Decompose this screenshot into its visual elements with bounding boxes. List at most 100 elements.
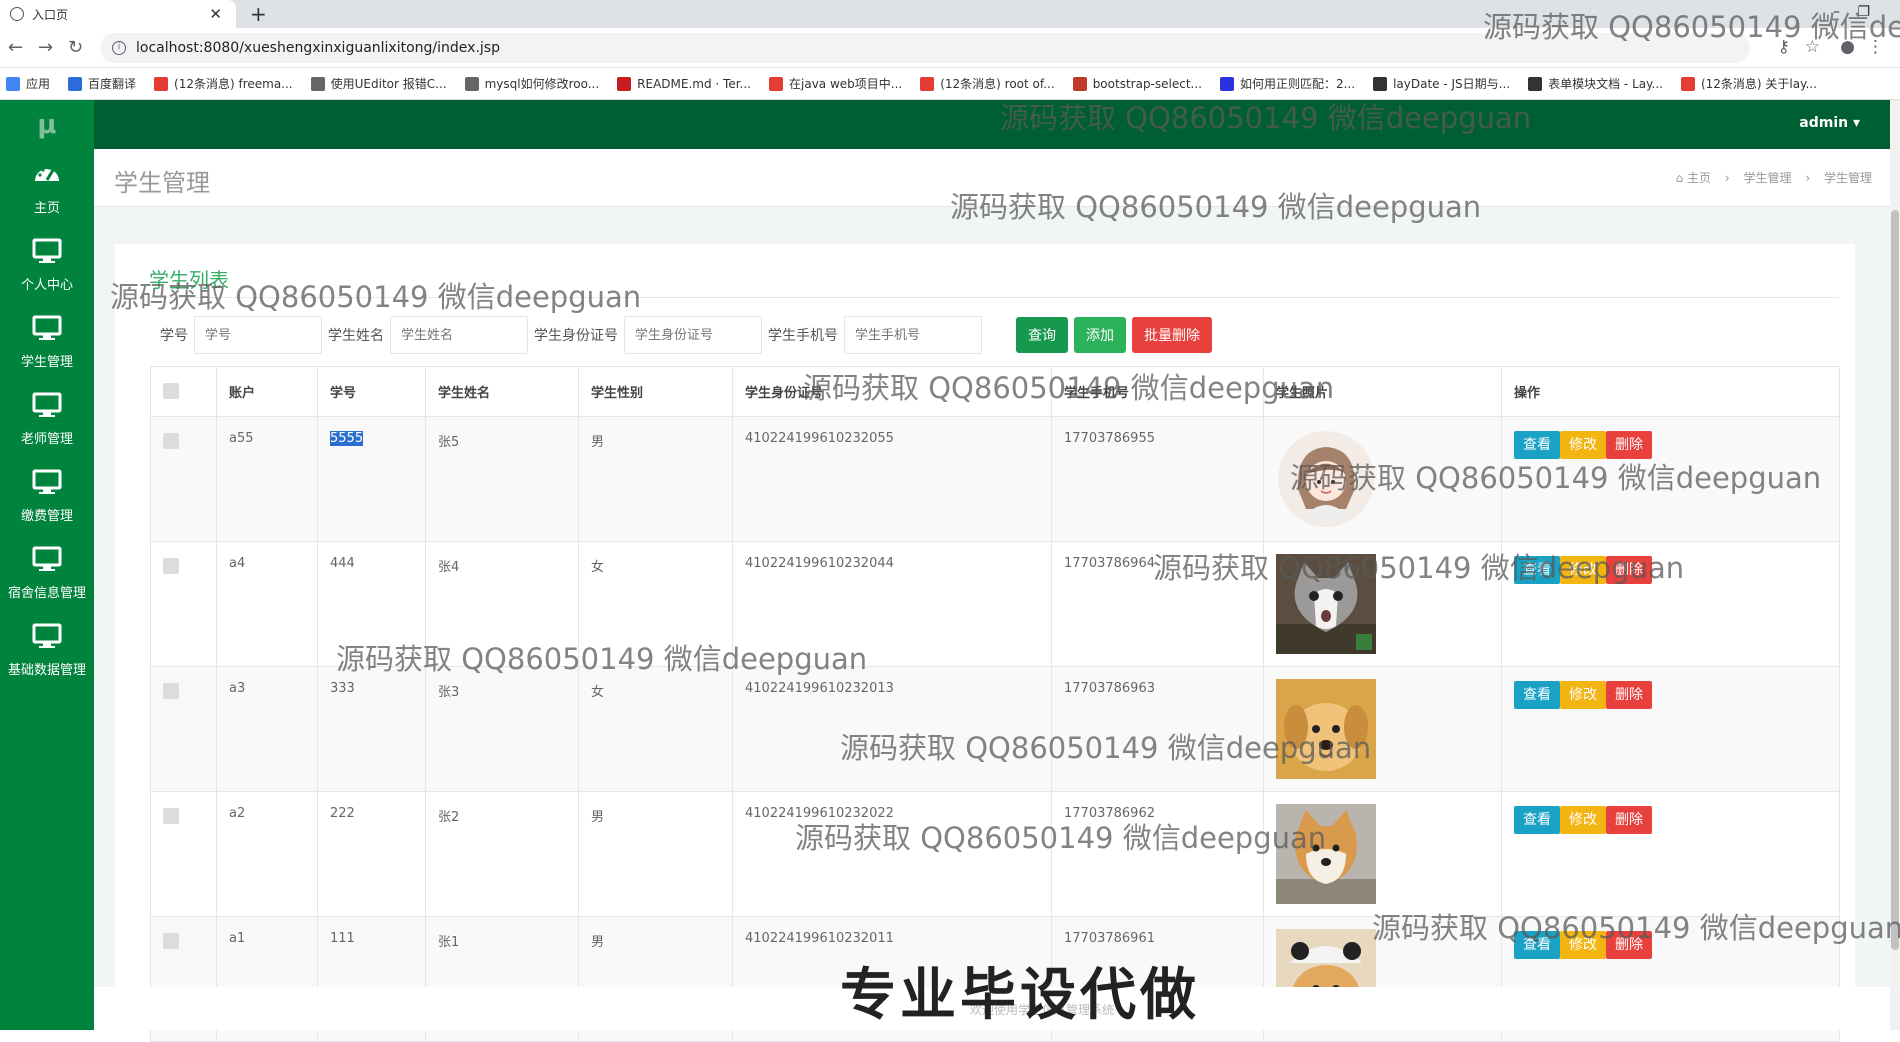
edit-button[interactable]: 修改 [1560, 931, 1606, 959]
bookmark-item[interactable]: README.md · Ter... [617, 76, 751, 91]
edit-button[interactable]: 修改 [1560, 806, 1606, 834]
cell-value: 男 [591, 935, 605, 950]
row-checkbox[interactable] [163, 433, 179, 449]
bookmark-item[interactable]: (12条消息) 关于lay... [1680, 75, 1817, 92]
minimize-icon[interactable]: – [1833, 4, 1840, 20]
edit-button[interactable]: 修改 [1560, 556, 1606, 584]
search-phone-input[interactable] [844, 316, 982, 354]
bookmark-item[interactable]: 使用UEditor 报错C... [310, 75, 447, 92]
restore-icon[interactable]: ❐ [1857, 4, 1870, 20]
browser-tab[interactable]: 入口页 ✕ [0, 0, 236, 28]
edit-button[interactable]: 修改 [1560, 681, 1606, 709]
new-tab-icon[interactable]: + [250, 2, 267, 26]
delete-button[interactable]: 删除 [1606, 681, 1652, 709]
scrollbar[interactable] [1890, 100, 1900, 1030]
table-row: a55 5555 张5 男 410224199610232055 17703786955 查… [150, 416, 1840, 542]
cell-value: 222 [330, 806, 355, 821]
cell-value: 5555 [330, 431, 364, 446]
add-button[interactable]: 添加 [1074, 317, 1126, 353]
baidu-translate-icon [68, 76, 83, 91]
student-photo [1276, 431, 1376, 533]
view-button[interactable]: 查看 [1514, 806, 1560, 834]
column-header: 学生性别 [578, 366, 733, 417]
bookmark-item[interactable]: mysql如何修改roo... [464, 75, 599, 92]
search-student-no-input[interactable] [194, 316, 322, 354]
cell-value: 17703786962 [1064, 806, 1155, 821]
bookmark-item[interactable]: (12条消息) freema... [154, 75, 293, 92]
breadcrumb-item[interactable]: 学生管理 [1744, 171, 1792, 185]
bookmark-item[interactable]: 在java web项目中... [769, 75, 902, 92]
cell-name: 张3 [425, 666, 579, 792]
delete-button[interactable]: 删除 [1606, 556, 1652, 584]
chevron-right-icon: › [1805, 171, 1811, 185]
sidebar-item[interactable]: 宿舍信息管理 [0, 535, 94, 612]
layui-icon [1373, 76, 1388, 91]
bookmark-item[interactable]: 表单模块文档 - Lay... [1528, 75, 1663, 92]
bookmark-item[interactable]: layDate - JS日期与... [1373, 75, 1510, 92]
row-checkbox[interactable] [163, 558, 179, 574]
delete-button[interactable]: 删除 [1606, 431, 1652, 459]
cell-phone: 17703786964 [1051, 541, 1264, 667]
close-tab-icon[interactable]: ✕ [209, 5, 222, 23]
breadcrumb-home[interactable]: 主页 [1687, 171, 1711, 185]
sidebar-item[interactable]: 基础数据管理 [0, 612, 94, 689]
table-row: a2 222 张2 男 410224199610232022 17703786962 查看修… [150, 791, 1840, 917]
forward-icon[interactable]: → [38, 37, 53, 58]
delete-button[interactable]: 删除 [1606, 931, 1652, 959]
search-id-card-input[interactable] [624, 316, 762, 354]
address-bar-row: ← → ↻ i localhost:8080/xueshengxinxiguan… [0, 28, 1900, 68]
view-button[interactable]: 查看 [1514, 931, 1560, 959]
page-header: 学生管理 ⌂ 主页 › 学生管理 › 学生管理 [94, 149, 1900, 207]
delete-button[interactable]: 删除 [1606, 806, 1652, 834]
row-checkbox[interactable] [163, 683, 179, 699]
search-name-input[interactable] [390, 316, 528, 354]
sidebar-item[interactable]: 老师管理 [0, 381, 94, 458]
batch-delete-button[interactable]: 批量删除 [1132, 317, 1212, 353]
monitor-icon [32, 469, 62, 505]
divider [149, 297, 1839, 298]
monitor-icon [32, 392, 62, 428]
bookmark-item[interactable]: 如何用正则匹配：2... [1219, 75, 1355, 92]
bookmark-item[interactable]: 应用 [6, 75, 50, 92]
user-menu[interactable]: admin ▾ [1799, 115, 1860, 131]
column-header: 学生照片 [1263, 366, 1502, 417]
profile-icon[interactable]: ● [1840, 37, 1855, 57]
menu-icon[interactable]: ⋮ [1867, 37, 1884, 57]
star-icon[interactable]: ☆ [1805, 37, 1820, 57]
cell-value: 张4 [438, 560, 460, 575]
bookmark-item[interactable]: (12条消息) root of... [920, 75, 1055, 92]
select-all-checkbox[interactable] [163, 382, 179, 399]
key-icon[interactable]: ⚷ [1778, 37, 1790, 57]
back-icon[interactable]: ← [8, 37, 23, 58]
sidebar-item[interactable]: 缴费管理 [0, 458, 94, 535]
student-photo [1276, 804, 1376, 908]
bookmark-item[interactable]: 百度翻译 [68, 75, 136, 92]
table-row: a3 333 张3 女 410224199610232013 17703786963 查看修… [150, 666, 1840, 792]
info-icon[interactable]: i [112, 41, 126, 55]
sidebar-item[interactable]: 学生管理 [0, 304, 94, 381]
cell-student-no: 222 [317, 791, 426, 917]
baidu-icon [1219, 76, 1234, 91]
row-checkbox[interactable] [163, 933, 179, 949]
scrollbar-thumb[interactable] [1891, 210, 1899, 950]
view-button[interactable]: 查看 [1514, 681, 1560, 709]
edit-button[interactable]: 修改 [1560, 431, 1606, 459]
cell-student-no: 444 [317, 541, 426, 667]
column-header: 操作 [1501, 366, 1840, 417]
view-button[interactable]: 查看 [1514, 556, 1560, 584]
url-bar[interactable]: i localhost:8080/xueshengxinxiguanlixito… [100, 33, 1750, 63]
reload-icon[interactable]: ↻ [68, 37, 83, 58]
row-checkbox[interactable] [163, 808, 179, 824]
view-button[interactable]: 查看 [1514, 431, 1560, 459]
cell-actions: 查看 修改 删除 [1501, 666, 1840, 792]
sidebar-item[interactable]: 主页 [0, 150, 94, 227]
student-photo [1276, 679, 1376, 783]
row-select-cell [150, 541, 217, 667]
cell-value: 333 [330, 681, 355, 696]
cell-value: a55 [229, 431, 254, 446]
sidebar-item[interactable]: 个人中心 [0, 227, 94, 304]
cell-actions: 查看 修改 删除 [1501, 541, 1840, 667]
query-button[interactable]: 查询 [1016, 317, 1068, 353]
sidebar-item-label: 学生管理 [20, 355, 73, 370]
bookmark-item[interactable]: bootstrap-select... [1072, 76, 1202, 91]
